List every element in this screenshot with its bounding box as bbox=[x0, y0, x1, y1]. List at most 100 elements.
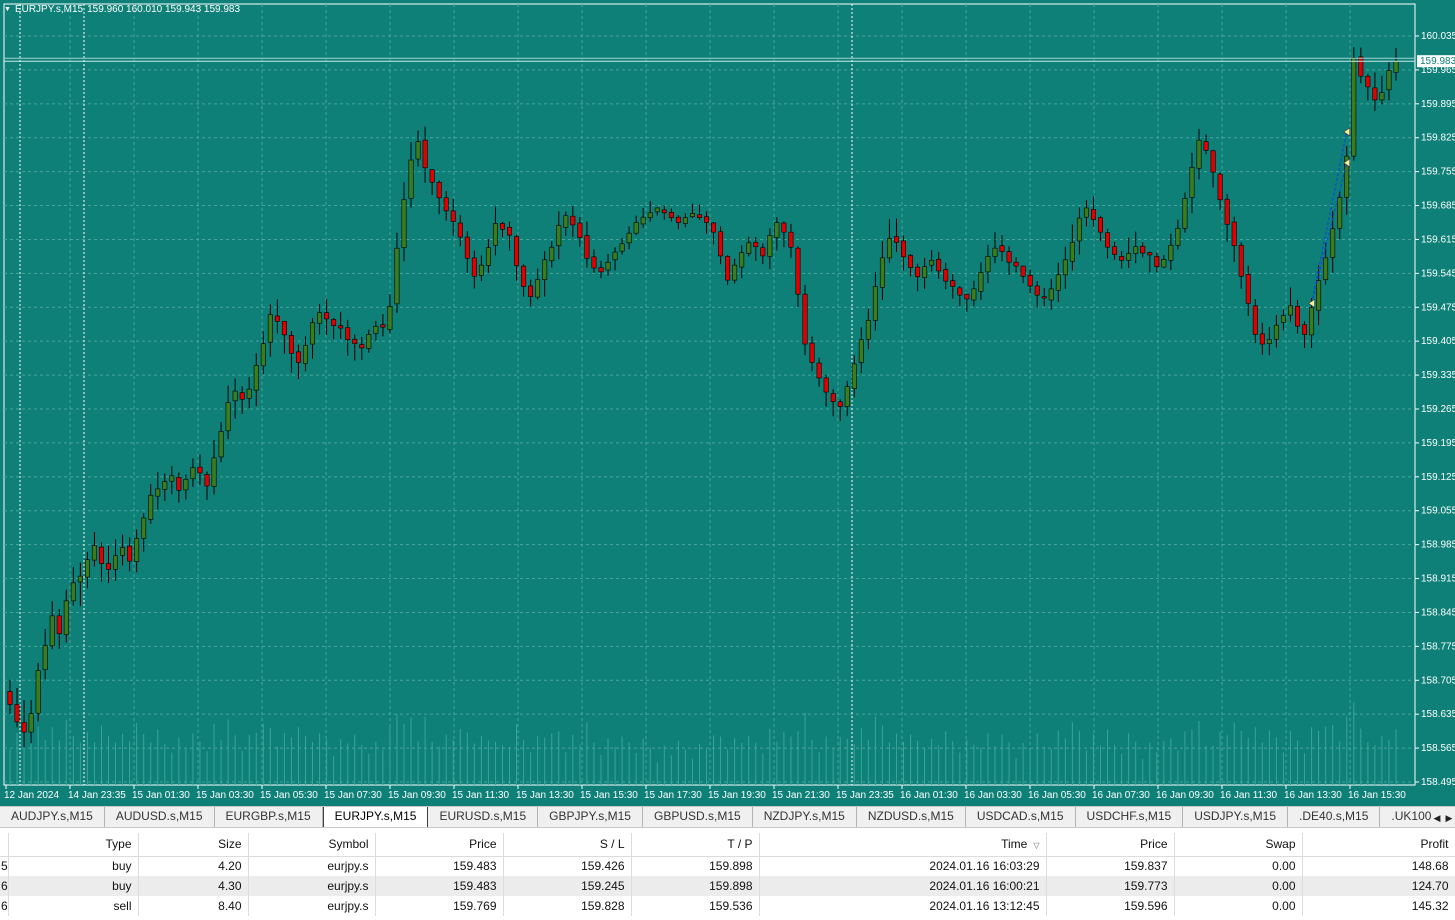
candle bbox=[1055, 262, 1061, 302]
candle bbox=[816, 357, 822, 387]
symbol-tab[interactable]: AUDJPY.s,M15 bbox=[0, 807, 105, 827]
symbol-tab[interactable]: NZDJPY.s,M15 bbox=[753, 807, 857, 827]
candle-body bbox=[640, 216, 646, 225]
time-label: 15 Jan 05:30 bbox=[260, 790, 318, 801]
symbol-tab[interactable]: USDCHF.s,M15 bbox=[1076, 807, 1184, 827]
candle-body bbox=[267, 314, 273, 343]
candle bbox=[521, 264, 527, 297]
symbol-tab[interactable]: GBPUSD.s,M15 bbox=[643, 807, 753, 827]
candle-body bbox=[1358, 56, 1364, 77]
cell-sl: 159.426 bbox=[503, 856, 632, 876]
candle bbox=[303, 336, 308, 372]
candle-body bbox=[1330, 228, 1336, 258]
candle-body bbox=[605, 261, 611, 271]
candle bbox=[767, 228, 773, 270]
trade-marker-icon[interactable] bbox=[1343, 127, 1351, 137]
symbol-tab[interactable]: .DE40.s,M15 bbox=[1288, 807, 1381, 827]
candle-body bbox=[809, 342, 815, 363]
candle-body bbox=[577, 222, 583, 238]
table-row[interactable]: 5 buy 4.20 eurjpy.s 159.483 159.426 159.… bbox=[0, 856, 1455, 876]
col-price[interactable]: Price bbox=[375, 833, 504, 857]
candle-body bbox=[739, 252, 745, 268]
candle bbox=[1090, 196, 1096, 227]
symbol-tab[interactable]: EURUSD.s,M15 bbox=[428, 807, 539, 827]
col-sl[interactable]: S / L bbox=[503, 833, 632, 857]
candle-body bbox=[303, 345, 308, 364]
symbol-tab[interactable]: EURGBP.s,M15 bbox=[215, 807, 323, 827]
price-label: 158.705 bbox=[1421, 675, 1455, 686]
symbol-tab[interactable]: GBPJPY.s,M15 bbox=[538, 807, 643, 827]
candle-body bbox=[345, 327, 351, 341]
candle bbox=[471, 250, 477, 289]
candle-body bbox=[1259, 333, 1265, 345]
candle bbox=[77, 562, 83, 607]
candle-body bbox=[1020, 265, 1026, 277]
col-swap[interactable]: Swap bbox=[1174, 833, 1303, 857]
candle-body bbox=[746, 242, 752, 254]
time-label: 12 Jan 2024 bbox=[4, 790, 59, 801]
candle bbox=[1105, 228, 1111, 259]
candle-body bbox=[408, 159, 414, 199]
price-chart[interactable]: 160.035 159.965 159.895 159.825 159.755 159.6… bbox=[0, 0, 1455, 806]
tab-scroll-left-icon[interactable]: ◀ bbox=[1431, 809, 1443, 827]
candle-body bbox=[260, 343, 266, 367]
table-row[interactable]: 6 sell 8.40 eurjpy.s 159.769 159.828 159… bbox=[0, 896, 1455, 916]
candle-body bbox=[992, 247, 998, 257]
candle-body bbox=[591, 256, 597, 269]
cell-price: 159.769 bbox=[375, 896, 504, 916]
symbol-tab[interactable]: USDJPY.s,M15 bbox=[1183, 807, 1289, 827]
chart-canvas[interactable]: 160.035159.965159.895159.825159.755159.6… bbox=[0, 0, 1455, 806]
candle-body bbox=[1323, 257, 1329, 280]
candle-body bbox=[106, 563, 111, 570]
candle-body bbox=[943, 269, 949, 282]
symbol-tab[interactable]: USDCAD.s,M15 bbox=[966, 807, 1076, 827]
candle bbox=[1295, 300, 1300, 334]
cell-size: 4.20 bbox=[138, 856, 249, 876]
cell-profit: 148.68 bbox=[1302, 856, 1455, 876]
candle-body bbox=[352, 338, 358, 344]
candle-body bbox=[816, 362, 822, 379]
col-size[interactable]: Size bbox=[138, 833, 249, 857]
symbol-tab[interactable]: NZDUSD.s,M15 bbox=[857, 807, 966, 827]
candle-body bbox=[492, 223, 498, 246]
candle bbox=[169, 466, 175, 495]
col-profit[interactable]: Profit bbox=[1302, 833, 1455, 857]
col-type[interactable]: Type bbox=[8, 833, 139, 857]
candle bbox=[436, 180, 442, 215]
candle-body bbox=[274, 315, 280, 322]
candle-body bbox=[1112, 246, 1118, 255]
col-symbol[interactable]: Symbol bbox=[248, 833, 376, 857]
candle-body bbox=[823, 377, 829, 393]
candle bbox=[668, 208, 674, 222]
price-label: 159.755 bbox=[1421, 167, 1455, 178]
col-tp[interactable]: T / P bbox=[631, 833, 760, 857]
candle-body bbox=[415, 141, 421, 160]
symbol-tab[interactable]: EURJPY.s,M15 bbox=[322, 807, 429, 827]
candle-body bbox=[1168, 244, 1174, 261]
candle bbox=[1302, 321, 1308, 348]
candle bbox=[823, 374, 829, 407]
time-label: 15 Jan 21:30 bbox=[772, 790, 830, 801]
candle-body bbox=[77, 575, 83, 583]
candle bbox=[70, 566, 76, 606]
time-label: 16 Jan 05:30 bbox=[1028, 790, 1086, 801]
candle-body bbox=[1013, 261, 1019, 267]
col-time[interactable]: Time ▽ bbox=[759, 833, 1047, 857]
chart-menu-triangle-icon[interactable]: ▼ bbox=[4, 6, 11, 13]
candle bbox=[49, 601, 55, 650]
candle bbox=[232, 378, 238, 419]
candle bbox=[732, 258, 738, 284]
col-ticket[interactable] bbox=[0, 833, 9, 857]
tab-scroll-right-icon[interactable]: ▶ bbox=[1443, 809, 1455, 827]
time-label: 16 Jan 11:30 bbox=[1220, 790, 1278, 801]
symbol-tabs-bar: AUDJPY.s,M15 AUDUSD.s,M15 EURGBP.s,M15 EURJ… bbox=[0, 806, 1455, 828]
candle-body bbox=[401, 199, 407, 248]
candle bbox=[35, 662, 41, 722]
candle bbox=[190, 458, 196, 487]
candle-body bbox=[485, 247, 491, 266]
col-current-price[interactable]: Price bbox=[1046, 833, 1175, 857]
table-row[interactable]: 6 buy 4.30 eurjpy.s 159.483 159.245 159.… bbox=[0, 876, 1455, 896]
symbol-tab[interactable]: AUDUSD.s,M15 bbox=[105, 807, 215, 827]
candle bbox=[274, 299, 280, 334]
candle-body bbox=[682, 217, 688, 224]
